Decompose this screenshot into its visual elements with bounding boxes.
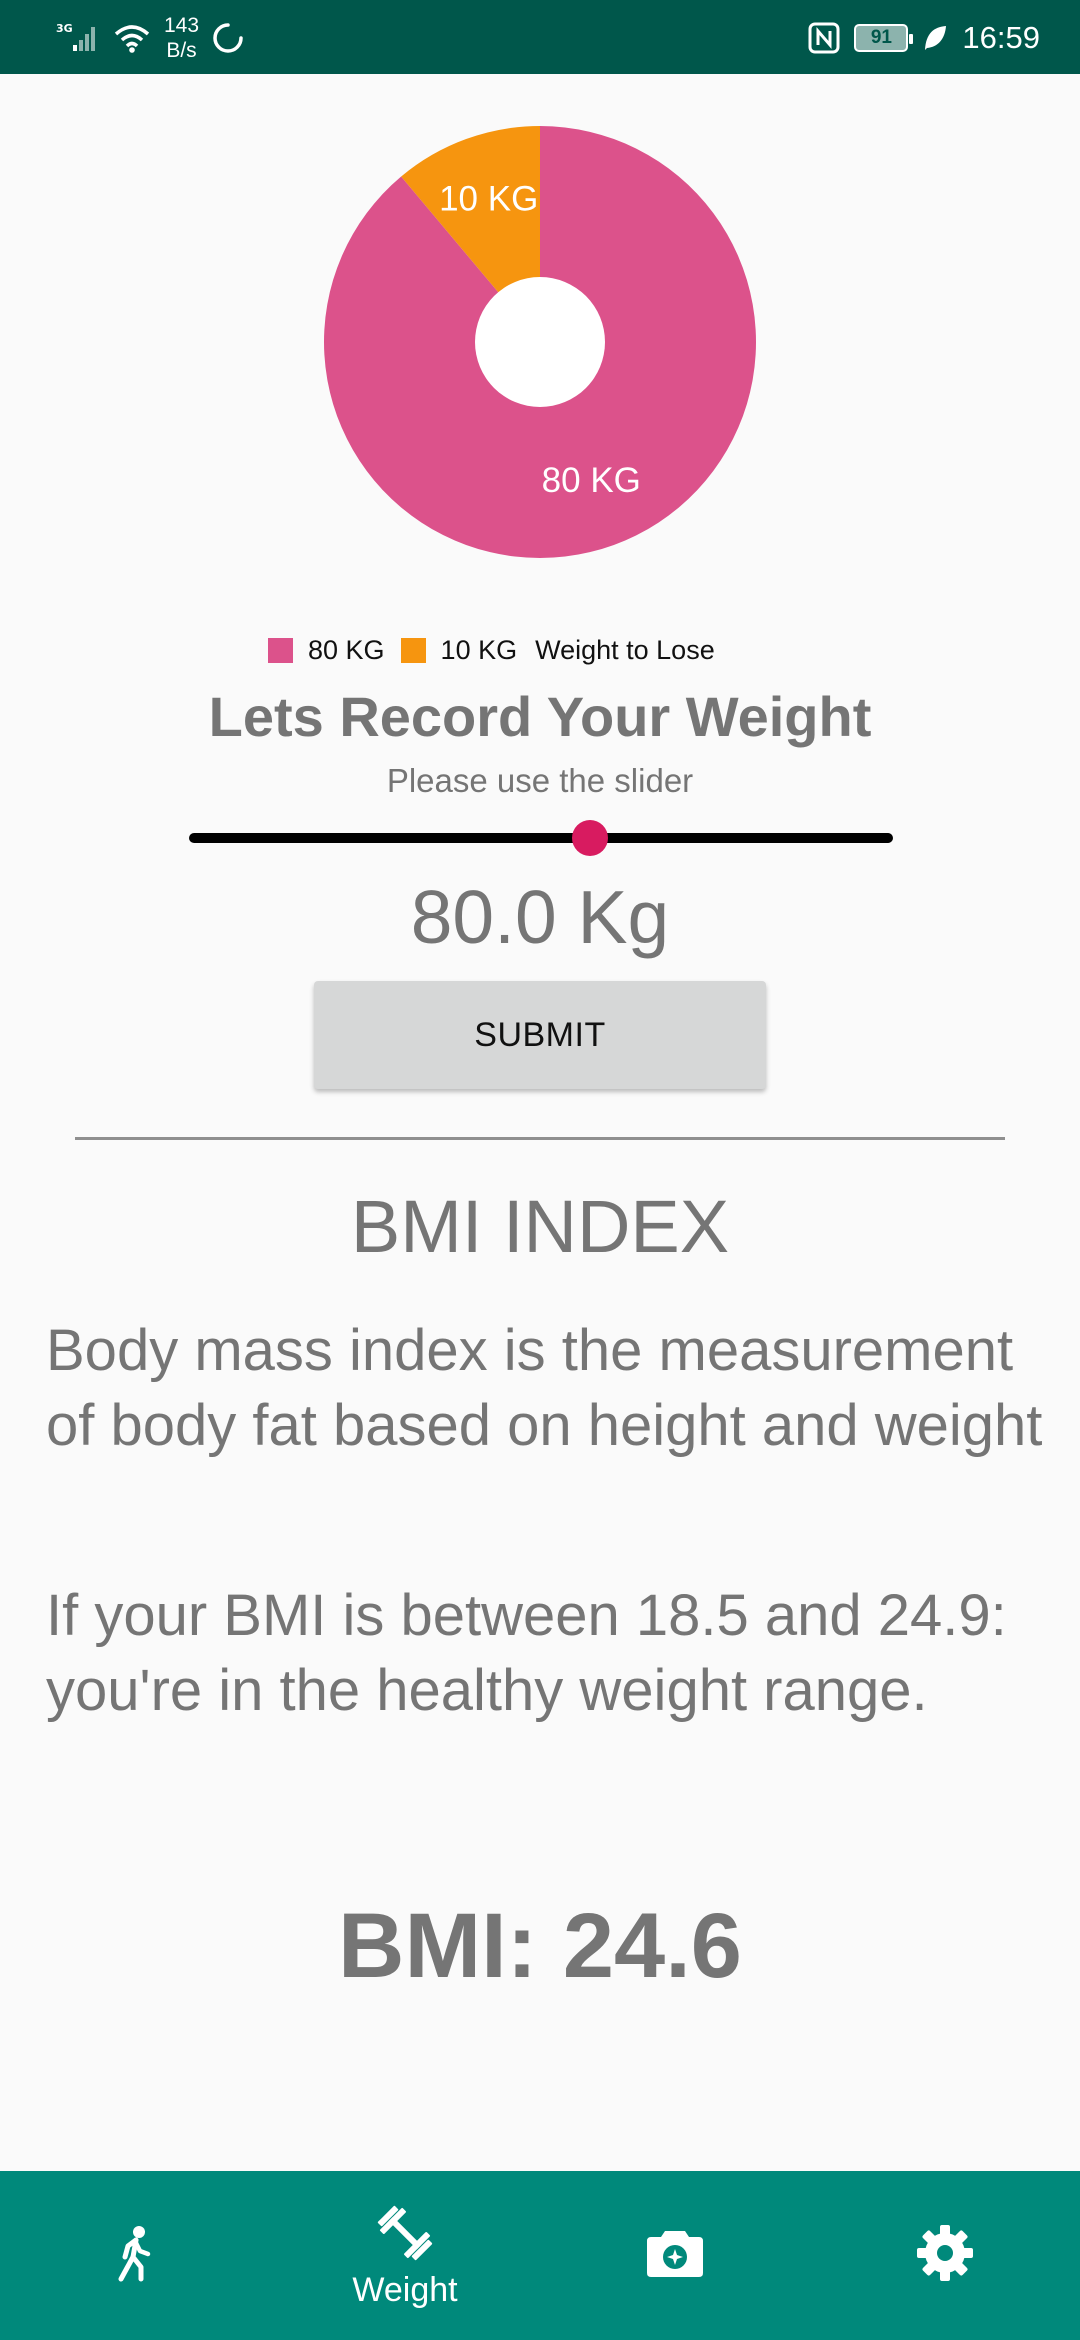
nav-item-settings[interactable] <box>810 2171 1080 2340</box>
nav-label-weight: Weight <box>352 2271 458 2309</box>
bmi-description: Body mass index is the measurement of bo… <box>46 1318 1043 1458</box>
section-divider <box>75 1137 1005 1140</box>
status-left: 3G 143 B/s <box>56 10 245 66</box>
sync-icon <box>213 23 243 53</box>
settings-icon <box>917 2224 973 2281</box>
status-right: 91 16:59 <box>808 10 1040 66</box>
wifi-icon <box>114 25 150 53</box>
speed-value: 143 <box>164 14 200 37</box>
page-title: Lets Record Your Weight <box>208 685 872 748</box>
bmi-healthy-range: If your BMI is between 18.5 and 24.9: yo… <box>46 1583 1007 1723</box>
weight-slider[interactable] <box>189 818 893 858</box>
network-speed: 143 B/s <box>164 13 199 63</box>
legend-item-current: 80 KG <box>268 635 385 666</box>
pie-slice-label-0: 80 KG <box>542 461 641 500</box>
pie-hole <box>475 277 605 407</box>
chart-legend: 80 KG 10 KG Weight to Lose <box>268 630 715 670</box>
weight-screen: 80 KG 10 KG 80 KG 10 KG Weight to Lose Le… <box>0 74 1080 2171</box>
legend-item-to-lose: 10 KG <box>400 634 518 666</box>
legend-swatch-current <box>268 637 293 663</box>
dumbbell-icon <box>377 2205 433 2261</box>
battery-level: 91 <box>870 27 892 48</box>
leaf-icon <box>925 26 947 50</box>
pie-slice-label-1: 10 KG <box>439 179 538 218</box>
submit-button[interactable]: SUBMIT <box>314 981 766 1089</box>
nav-item-activity[interactable] <box>0 2171 270 2340</box>
bmi-value: BMI: 24.6 <box>338 1895 742 1997</box>
status-bar: 3G 143 B/s 91 16:59 <box>0 0 1080 74</box>
battery-icon: 91 <box>854 24 914 52</box>
pie-chart-svg: 80 KG 10 KG <box>324 126 756 559</box>
nfc-icon <box>808 22 840 54</box>
network-type-text: 3G <box>56 22 73 35</box>
clock-time: 16:59 <box>962 20 1040 55</box>
legend-swatch-to-lose <box>400 637 426 663</box>
legend-label-to-lose: 10 KG <box>440 634 518 665</box>
speed-unit: B/s <box>166 39 197 62</box>
slider-thumb[interactable] <box>572 820 609 856</box>
nav-item-weight[interactable]: Weight <box>270 2171 540 2340</box>
walk-icon <box>118 2225 151 2281</box>
weight-pie-chart: 80 KG 10 KG <box>320 122 760 562</box>
camera-icon <box>647 2230 703 2277</box>
bmi-section-title: BMI INDEX <box>350 1185 730 1268</box>
legend-title: Weight to Lose <box>535 634 715 665</box>
signal-icon: 3G <box>56 22 95 51</box>
slider-track[interactable] <box>189 833 893 843</box>
slider-hint: Please use the slider <box>386 762 694 799</box>
nav-item-camera[interactable] <box>540 2171 810 2340</box>
weight-readout: 80.0 Kg <box>410 875 670 959</box>
bottom-navigation: Weight <box>0 2171 1080 2340</box>
legend-label-current: 80 KG <box>308 634 385 665</box>
